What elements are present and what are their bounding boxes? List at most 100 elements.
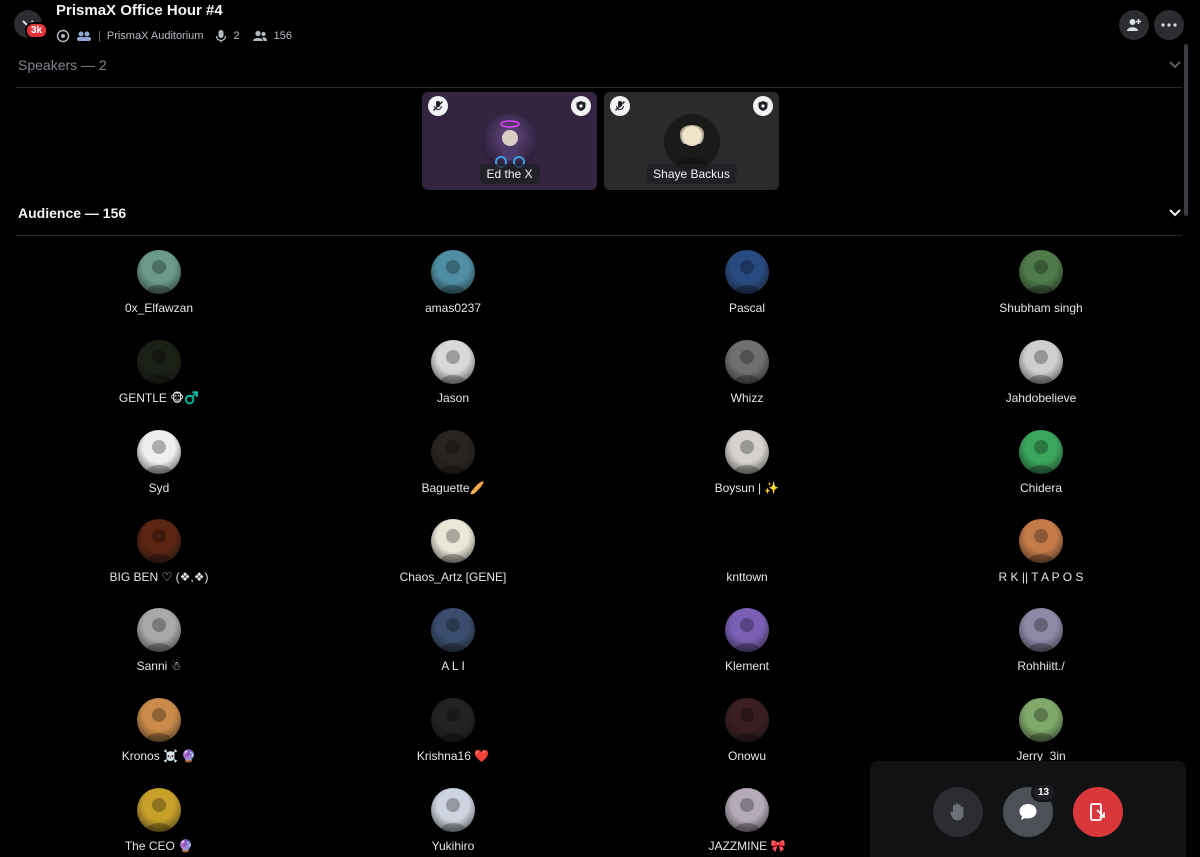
avatar (1019, 698, 1063, 742)
user-silhouette-icon (1027, 350, 1055, 384)
hand-icon (950, 803, 964, 821)
avatar (725, 340, 769, 384)
avatar (137, 340, 181, 384)
user-silhouette-icon (145, 440, 173, 474)
avatar (137, 608, 181, 652)
speaker-avatar (664, 114, 720, 170)
member-name: amas0237 (424, 301, 482, 315)
avatar (431, 788, 475, 832)
avatar (725, 698, 769, 742)
audience-member[interactable]: Sanni ☃ (59, 608, 259, 673)
audience-member[interactable]: Rohhiitt./ (941, 608, 1141, 673)
member-name: Jahdobelieve (1005, 391, 1077, 405)
audience-member[interactable]: Klement (647, 608, 847, 673)
audience-member[interactable]: The CEO 🔮 (59, 788, 259, 853)
speakers-section-header[interactable]: Speakers — 2 (18, 57, 1182, 73)
stage-icon (56, 29, 70, 43)
member-name: Jason (436, 391, 470, 405)
audience-member[interactable]: Jahdobelieve (941, 340, 1141, 405)
audience-member[interactable]: BIG BEN ♡ (❖,❖) (59, 519, 259, 584)
speaker-card[interactable]: Shaye Backus (604, 92, 779, 190)
user-silhouette-icon (733, 260, 761, 294)
audience-member[interactable]: Syd (59, 430, 259, 495)
leave-icon (1090, 803, 1105, 821)
audience-member[interactable]: Chidera (941, 430, 1141, 495)
audience-member[interactable]: R K || T A P O S (941, 519, 1141, 584)
audience-member[interactable]: knttown (647, 519, 847, 584)
speaker-name: Ed the X (479, 164, 540, 184)
user-silhouette-icon (439, 708, 467, 742)
separator: | (98, 30, 101, 42)
audience-member[interactable]: Krishna16 ❤️ (353, 698, 553, 763)
audience-member[interactable]: JAZZMINE 🎀 (647, 788, 847, 853)
audience-member[interactable]: Pascal (647, 250, 847, 315)
avatar (137, 250, 181, 294)
chevron-down-icon (1169, 61, 1181, 69)
member-name: JAZZMINE 🎀 (708, 839, 786, 853)
avatar (725, 430, 769, 474)
user-silhouette-icon (439, 798, 467, 832)
audience-member[interactable]: Onowu (647, 698, 847, 763)
raise-hand-button[interactable] (933, 787, 983, 837)
member-name: Whizz (730, 391, 764, 405)
speaker-avatar (482, 114, 538, 170)
divider (16, 87, 1182, 88)
audience-member[interactable]: GENTLE 🐵♂️ (59, 340, 259, 405)
audience-member[interactable]: Kronos ☠️ 🔮 (59, 698, 259, 763)
audience-member[interactable]: Shubham singh (941, 250, 1141, 315)
user-silhouette-icon (145, 618, 173, 652)
user-silhouette-icon (1027, 260, 1055, 294)
speaker-card[interactable]: Ed the X (422, 92, 597, 190)
audience-section-header[interactable]: Audience — 156 (18, 205, 1182, 221)
audience-member[interactable]: amas0237 (353, 250, 553, 315)
member-name: Kronos ☠️ 🔮 (121, 749, 197, 763)
invite-button[interactable] (1119, 10, 1149, 40)
server-icon[interactable]: 3k (14, 10, 49, 39)
audience-label: Audience — 156 (18, 205, 127, 221)
muted-icon (610, 96, 630, 116)
avatar (137, 698, 181, 742)
channel-name[interactable]: PrismaX Auditorium (107, 30, 204, 42)
audience-member[interactable]: 0x_Elfawzan (59, 250, 259, 315)
user-silhouette-icon (733, 440, 761, 474)
user-silhouette-icon (733, 350, 761, 384)
stage-controls: 13 (870, 761, 1186, 857)
avatar (1019, 340, 1063, 384)
audience-member[interactable]: Boysun | ✨ (647, 430, 847, 495)
scrollbar[interactable] (1184, 44, 1188, 216)
avatar (137, 788, 181, 832)
avatar (1019, 608, 1063, 652)
audience-member[interactable]: Yukihiro (353, 788, 553, 853)
user-silhouette-icon (1027, 440, 1055, 474)
more-options-button[interactable] (1154, 10, 1184, 40)
audience-member[interactable]: Chaos_Artz [GENE] (353, 519, 553, 584)
avatar (431, 250, 475, 294)
audience-member[interactable]: Whizz (647, 340, 847, 405)
people-icon (252, 30, 267, 41)
members-icon (77, 31, 91, 41)
member-name: Baguette🥖 (421, 481, 485, 495)
mic-icon (216, 30, 227, 43)
member-name: Boysun | ✨ (714, 481, 780, 495)
avatar (431, 340, 475, 384)
avatar (431, 519, 475, 563)
audience-member[interactable]: Jason (353, 340, 553, 405)
member-name: Klement (724, 659, 770, 673)
audience-member[interactable]: A L I (353, 608, 553, 673)
avatar (431, 698, 475, 742)
user-silhouette-icon (439, 440, 467, 474)
invite-icon (1127, 19, 1141, 31)
leave-stage-button[interactable] (1073, 787, 1123, 837)
listener-count: 156 (273, 30, 292, 42)
chat-bubble-icon (1019, 804, 1037, 820)
user-silhouette-icon (1027, 529, 1055, 563)
member-name: Chidera (1019, 481, 1063, 495)
member-name: Chaos_Artz [GENE] (399, 570, 507, 584)
member-name: GENTLE 🐵♂️ (118, 391, 200, 405)
chat-button[interactable]: 13 (1003, 783, 1057, 837)
chevron-down-icon (1169, 209, 1181, 217)
audience-member[interactable]: Baguette🥖 (353, 430, 553, 495)
audience-member[interactable]: Jerry_3in (941, 698, 1141, 763)
member-name: R K || T A P O S (998, 570, 1084, 584)
user-silhouette-icon (1027, 618, 1055, 652)
